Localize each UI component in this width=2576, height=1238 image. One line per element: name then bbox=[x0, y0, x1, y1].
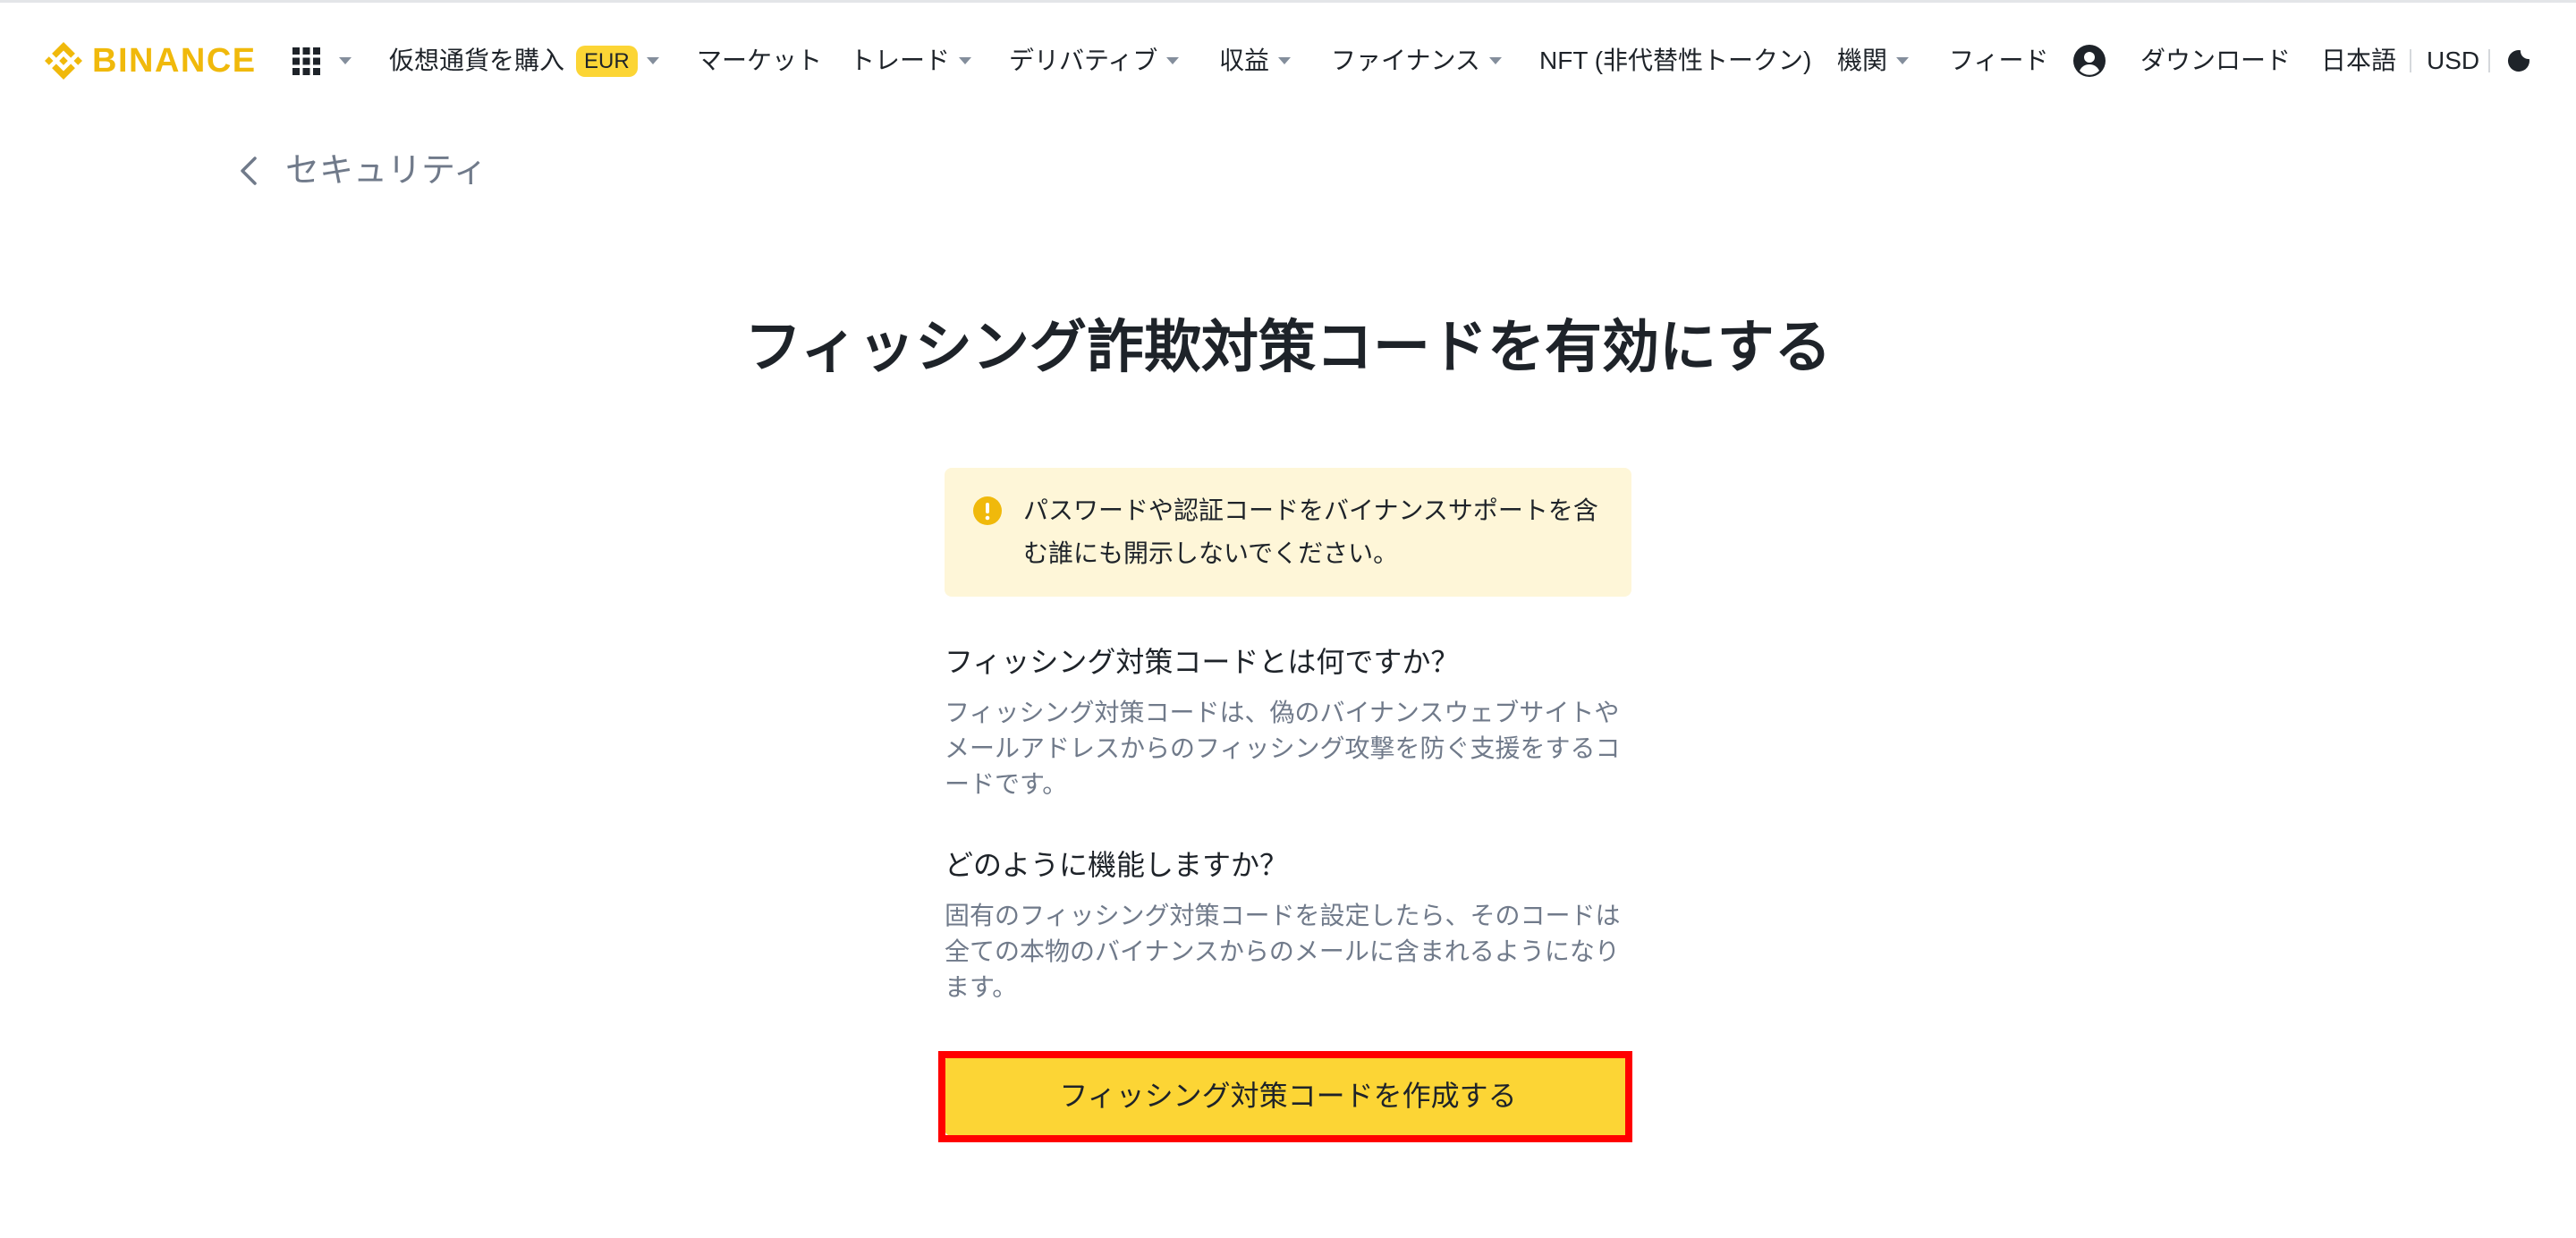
binance-logo-icon bbox=[45, 42, 82, 80]
logo-text: BINANCE bbox=[92, 42, 257, 80]
exclamation-circle-icon bbox=[973, 496, 1002, 525]
nav-divider bbox=[2410, 49, 2411, 72]
section-body-line: ードです。 bbox=[945, 770, 1068, 798]
currency-label: USD bbox=[2427, 47, 2480, 74]
top-nav-bar: BINANCE 仮想通貨を購入 EUR マーケット トレード デリバティブ 収益… bbox=[0, 0, 2576, 122]
user-circle-icon bbox=[2073, 45, 2106, 77]
nav-item-nft[interactable]: NFT (非代替性トークン) bbox=[1539, 0, 1811, 122]
nav-item-markets[interactable]: マーケット bbox=[697, 0, 822, 122]
nav-item-buy-crypto[interactable]: 仮想通貨を購入 EUR bbox=[389, 0, 660, 122]
nav-item-label: フィード bbox=[1949, 47, 2049, 74]
nav-item-derivatives[interactable]: デリバティブ bbox=[1009, 0, 1180, 122]
theme-toggle[interactable] bbox=[2506, 0, 2531, 122]
caret-down-icon bbox=[1896, 57, 1910, 64]
apps-menu-button[interactable] bbox=[292, 0, 352, 122]
nav-item-label: 機関 bbox=[1837, 47, 1888, 74]
nav-item-feed[interactable]: フィード bbox=[1949, 0, 2048, 122]
warning-text-line: む誰にも開示しないでください。 bbox=[1023, 539, 1399, 567]
section-body-line: メールアドレスからのフィッシング攻撃を防ぐ支援をするコ bbox=[945, 734, 1621, 762]
main-content: パスワードや認証コードをバイナンスサポートを含 む誰にも開示しないでください。 … bbox=[945, 468, 1631, 1005]
section-body-line: 固有のフィッシング対策コードを設定したら、そのコードは bbox=[945, 902, 1621, 929]
section-body: フィッシング対策コードは、偽のバイナンスウェブサイトや メールアドレスからのフィ… bbox=[945, 695, 1631, 802]
grid-icon bbox=[292, 47, 320, 75]
caret-down-icon bbox=[1488, 57, 1502, 64]
page-title: フィッシング詐欺対策コードを有効にする bbox=[744, 315, 1832, 379]
nav-item-label: NFT (非代替性トークン) bbox=[1539, 47, 1812, 74]
caret-down-icon bbox=[1278, 57, 1292, 64]
nav-item-finance[interactable]: ファイナンス bbox=[1331, 0, 1503, 122]
moon-icon bbox=[2507, 50, 2529, 72]
nav-item-earn[interactable]: 収益 bbox=[1219, 0, 1292, 122]
section-body: 固有のフィッシング対策コードを設定したら、そのコードは 全ての本物のバイナンスか… bbox=[945, 898, 1631, 1005]
section-body-line: 全ての本物のバイナンスからのメールに含まれるようになり bbox=[945, 937, 1620, 965]
binance-logo[interactable]: BINANCE bbox=[45, 0, 257, 122]
download-link[interactable]: ダウンロード bbox=[2140, 0, 2291, 122]
warning-text: パスワードや認証コードをバイナンスサポートを含 む誰にも開示しないでください。 bbox=[1023, 489, 1598, 575]
what-is-section: フィッシング対策コードとは何ですか？ フィッシング対策コードは、偽のバイナンスウ… bbox=[945, 642, 1631, 802]
create-anti-phishing-code-button[interactable]: フィッシング対策コードを作成する bbox=[945, 1056, 1631, 1136]
how-it-works-section: どのように機能しますか？ 固有のフィッシング対策コードを設定したら、そのコードは… bbox=[945, 845, 1631, 1005]
nav-item-label: トレード bbox=[850, 47, 951, 74]
nav-item-label: 仮想通貨を購入 bbox=[389, 47, 565, 74]
warning-text-line: パスワードや認証コードをバイナンスサポートを含 bbox=[1023, 496, 1598, 524]
warning-notice: パスワードや認証コードをバイナンスサポートを含 む誰にも開示しないでください。 bbox=[945, 468, 1631, 597]
nav-item-trade[interactable]: トレード bbox=[850, 0, 972, 122]
currency-selector[interactable]: USD bbox=[2427, 0, 2479, 122]
caret-down-icon bbox=[646, 57, 659, 64]
language-selector[interactable]: 日本語 bbox=[2321, 0, 2396, 122]
nav-divider bbox=[2488, 49, 2490, 72]
download-label: ダウンロード bbox=[2140, 47, 2292, 74]
section-heading: どのように機能しますか？ bbox=[945, 849, 1289, 881]
section-heading: フィッシング対策コードとは何ですか？ bbox=[945, 646, 1460, 678]
chevron-left-icon bbox=[241, 157, 257, 185]
section-body-line: ます。 bbox=[945, 973, 1018, 1001]
nav-item-label: 収益 bbox=[1219, 47, 1270, 74]
nav-item-institutional[interactable]: 機関 bbox=[1837, 0, 1910, 122]
caret-down-icon bbox=[339, 57, 352, 64]
nav-item-label: マーケット bbox=[697, 47, 823, 74]
section-body-line: フィッシング対策コードは、偽のバイナンスウェブサイトや bbox=[945, 699, 1620, 726]
profile-button[interactable] bbox=[2073, 0, 2106, 122]
back-to-security-link[interactable]: セキュリティ bbox=[238, 148, 487, 193]
breadcrumb-label: セキュリティ bbox=[285, 152, 487, 190]
nav-item-label: ファイナンス bbox=[1331, 47, 1480, 74]
caret-down-icon bbox=[1166, 57, 1180, 64]
caret-down-icon bbox=[959, 57, 972, 64]
nav-item-label: デリバティブ bbox=[1009, 47, 1158, 74]
language-label: 日本語 bbox=[2321, 47, 2397, 74]
currency-badge: EUR bbox=[576, 45, 638, 77]
